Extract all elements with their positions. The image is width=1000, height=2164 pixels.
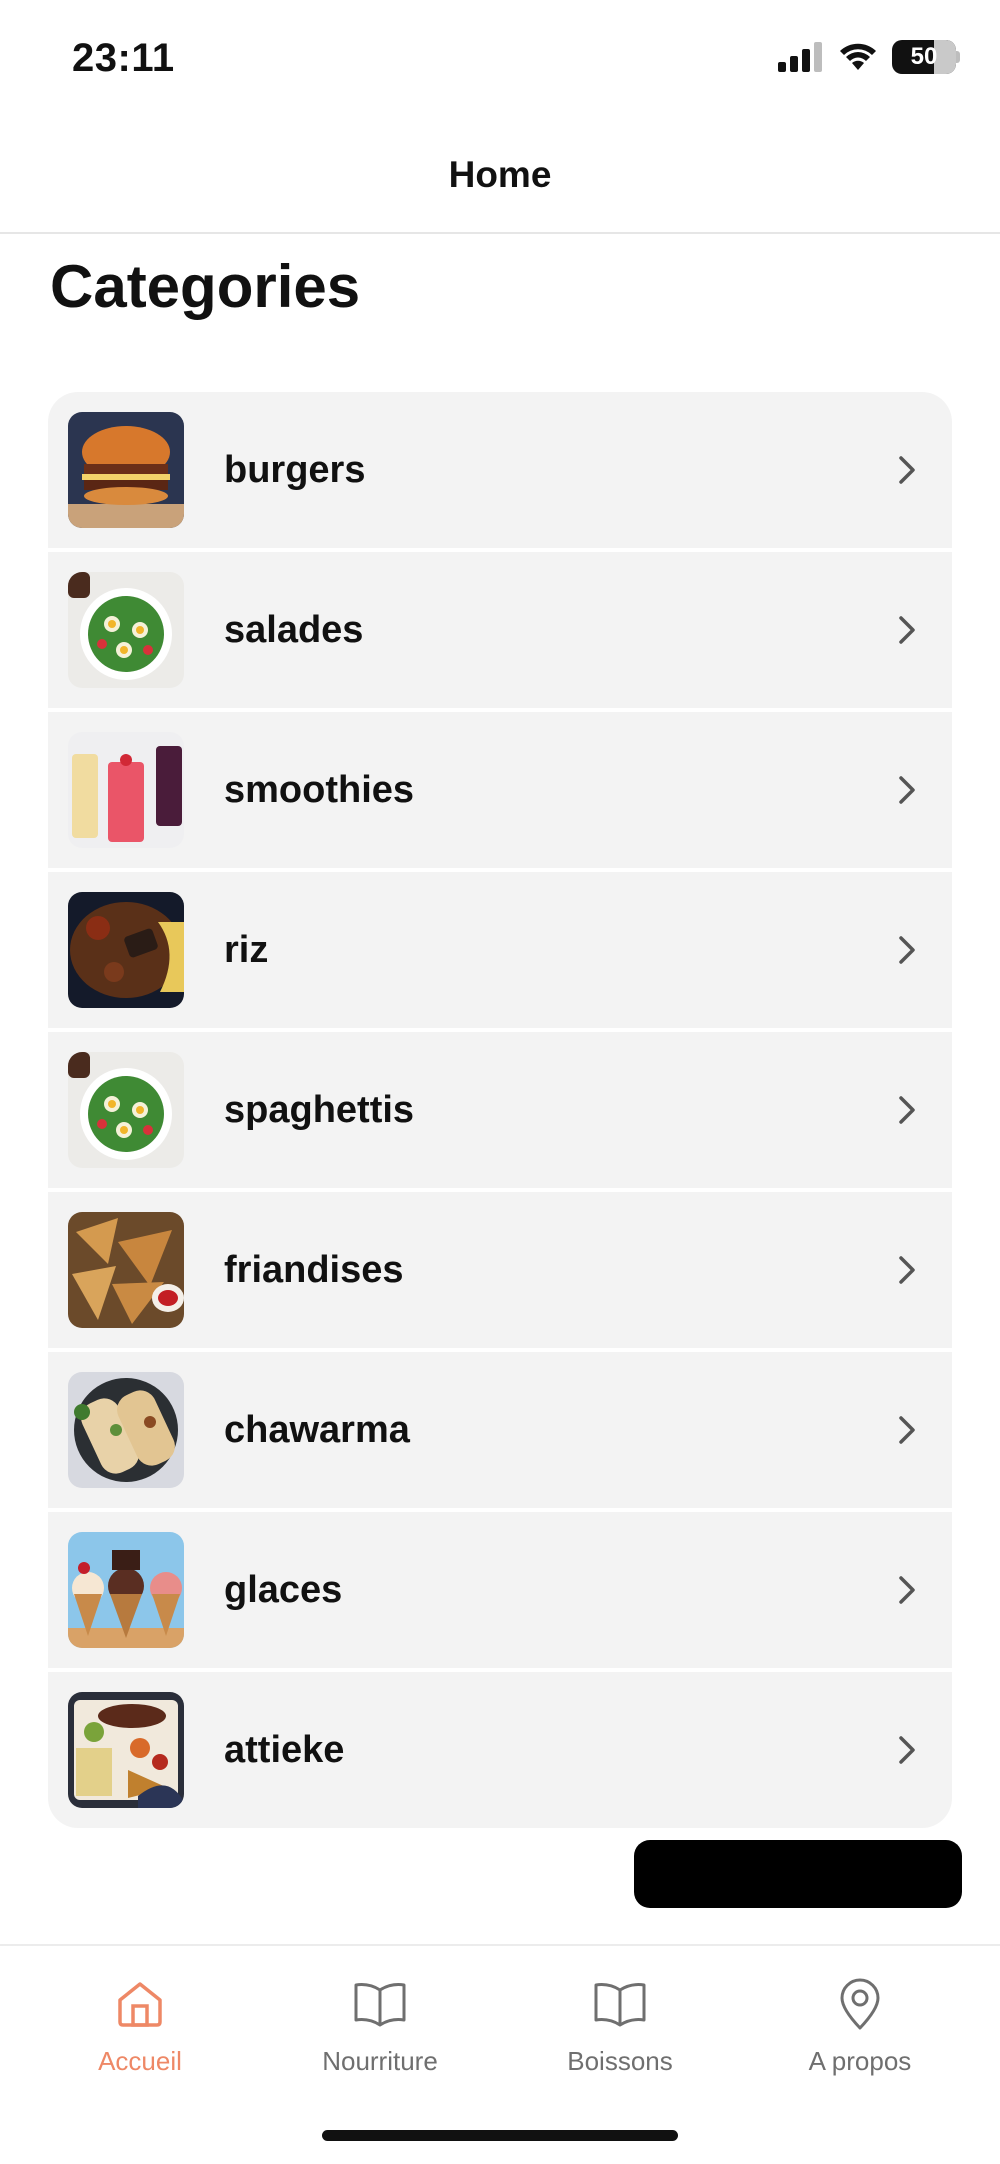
status-bar: 23:11 50	[0, 0, 1000, 118]
chevron-right-icon	[892, 1255, 922, 1285]
category-label: glaces	[224, 1568, 343, 1611]
salad-image	[68, 572, 184, 688]
chevron-right-icon	[892, 455, 922, 485]
category-row-smoothies[interactable]: smoothies	[48, 712, 952, 868]
category-label: burgers	[224, 448, 366, 491]
smoothies-image	[68, 732, 184, 848]
nav-header: Home	[0, 118, 1000, 234]
chevron-right-icon	[892, 775, 922, 805]
platter-image	[68, 1692, 184, 1808]
status-icons: 50	[778, 40, 960, 74]
tab-nourriture[interactable]: Nourriture	[280, 1976, 480, 2077]
category-label: smoothies	[224, 768, 415, 811]
tab-boissons[interactable]: Boissons	[520, 1976, 720, 2077]
book-icon	[592, 1976, 648, 2032]
tab-accueil[interactable]: Accueil	[40, 1976, 240, 2077]
chevron-right-icon	[892, 935, 922, 965]
tab-label: Nourriture	[322, 2046, 438, 2076]
cellular-signal-icon	[778, 42, 822, 72]
location-pin-icon	[832, 1976, 888, 2032]
ice-cream-image	[68, 1532, 184, 1648]
category-row-salades[interactable]: salades	[48, 552, 952, 708]
home-indicator	[322, 2130, 678, 2141]
chevron-right-icon	[892, 1095, 922, 1125]
section-title: Categories	[50, 253, 361, 320]
book-icon	[352, 1976, 408, 2032]
burger-image	[68, 412, 184, 528]
battery-level: 50	[910, 43, 938, 70]
category-row-spaghettis[interactable]: spaghettis	[48, 1032, 952, 1188]
chevron-right-icon	[892, 1575, 922, 1605]
battery-icon: 50	[892, 40, 960, 74]
page-title: Home	[448, 154, 552, 195]
wrap-image	[68, 1372, 184, 1488]
chevron-right-icon	[892, 1415, 922, 1445]
chevron-right-icon	[892, 1735, 922, 1765]
category-row-friandises[interactable]: friandises	[48, 1192, 952, 1348]
status-time: 23:11	[72, 36, 175, 80]
wifi-icon	[840, 43, 876, 70]
home-icon	[112, 1976, 168, 2032]
category-label: salades	[224, 608, 364, 651]
rice-dish-image	[68, 892, 184, 1008]
tab-label: A propos	[808, 2046, 912, 2076]
tab-label: Accueil	[98, 2046, 182, 2076]
category-row-attieke[interactable]: attieke	[48, 1672, 952, 1828]
category-list: burgers salades smoothies riz spaghettis…	[48, 392, 952, 1828]
tab-label: Boissons	[567, 2046, 673, 2076]
category-label: friandises	[224, 1248, 404, 1291]
category-row-riz[interactable]: riz	[48, 872, 952, 1028]
category-row-burgers[interactable]: burgers	[48, 392, 952, 548]
redacted-block	[634, 1840, 962, 1908]
category-label: spaghettis	[224, 1088, 415, 1131]
tab-a-propos[interactable]: A propos	[760, 1976, 960, 2077]
category-label: chawarma	[224, 1408, 410, 1451]
salad-image	[68, 1052, 184, 1168]
category-row-chawarma[interactable]: chawarma	[48, 1352, 952, 1508]
samosa-image	[68, 1212, 184, 1328]
category-row-glaces[interactable]: glaces	[48, 1512, 952, 1668]
category-label: attieke	[224, 1728, 345, 1771]
chevron-right-icon	[892, 615, 922, 645]
category-label: riz	[224, 928, 269, 971]
